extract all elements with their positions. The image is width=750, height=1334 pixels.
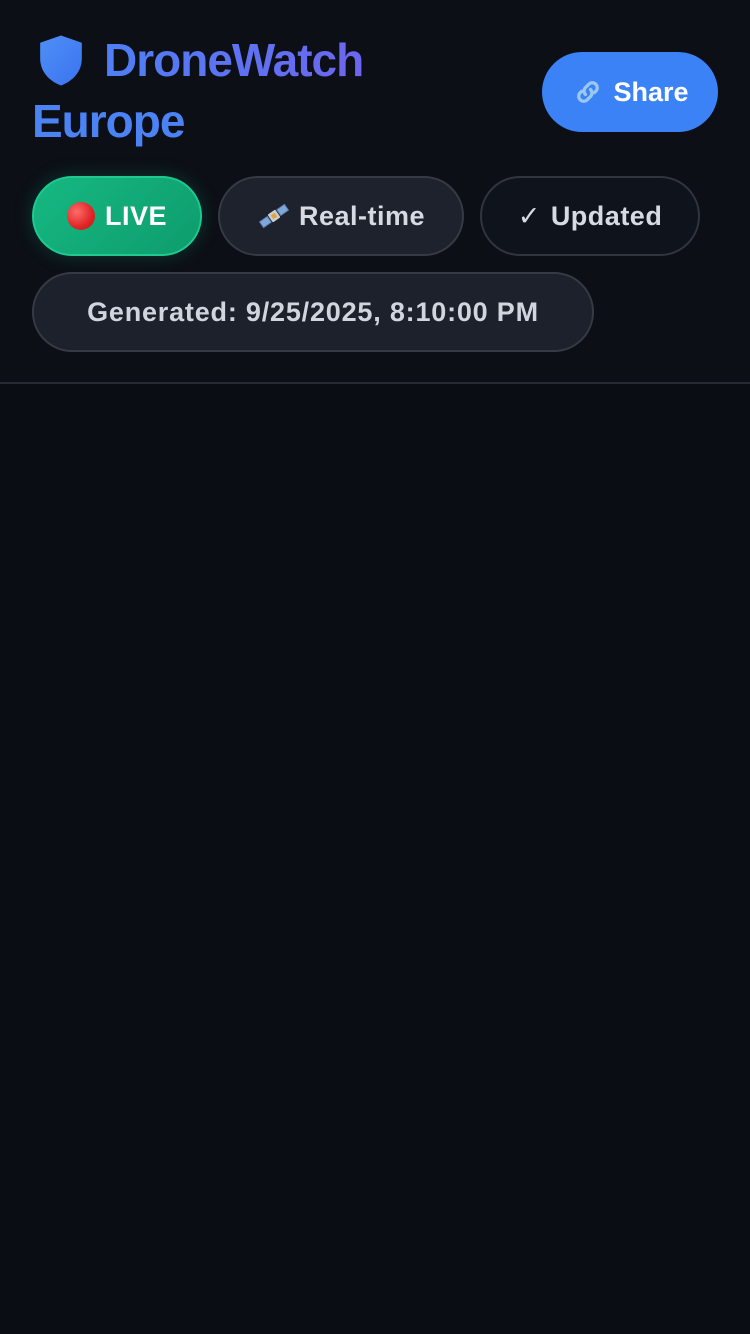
app-header: DroneWatch Europe Share LIVE Real-time ✓ <box>0 0 750 384</box>
share-button[interactable]: Share <box>542 52 718 132</box>
title-text-primary: DroneWatch <box>104 30 364 91</box>
link-icon <box>577 81 600 103</box>
live-badge: LIVE <box>32 176 202 256</box>
live-badge-label: LIVE <box>104 200 167 231</box>
updated-badge: ✓ Updated <box>480 176 700 256</box>
realtime-badge-label: Real-time <box>298 200 426 231</box>
map-content-area <box>0 386 750 1334</box>
updated-badge-label: Updated <box>550 200 663 231</box>
generated-timestamp-label: Generated: 9/25/2025, 8:10:00 PM <box>87 296 539 327</box>
title-row: DroneWatch <box>32 30 452 91</box>
satellite-icon <box>258 203 290 229</box>
shield-icon <box>40 35 82 86</box>
realtime-badge: Real-time <box>218 176 464 256</box>
red-circle-icon <box>66 202 95 230</box>
title-text-secondary: Europe <box>32 95 185 147</box>
page-title: DroneWatch Europe <box>32 30 452 152</box>
share-button-label: Share <box>613 76 689 107</box>
generated-timestamp: Generated: 9/25/2025, 8:10:00 PM <box>32 272 594 352</box>
check-icon: ✓ <box>517 200 541 231</box>
